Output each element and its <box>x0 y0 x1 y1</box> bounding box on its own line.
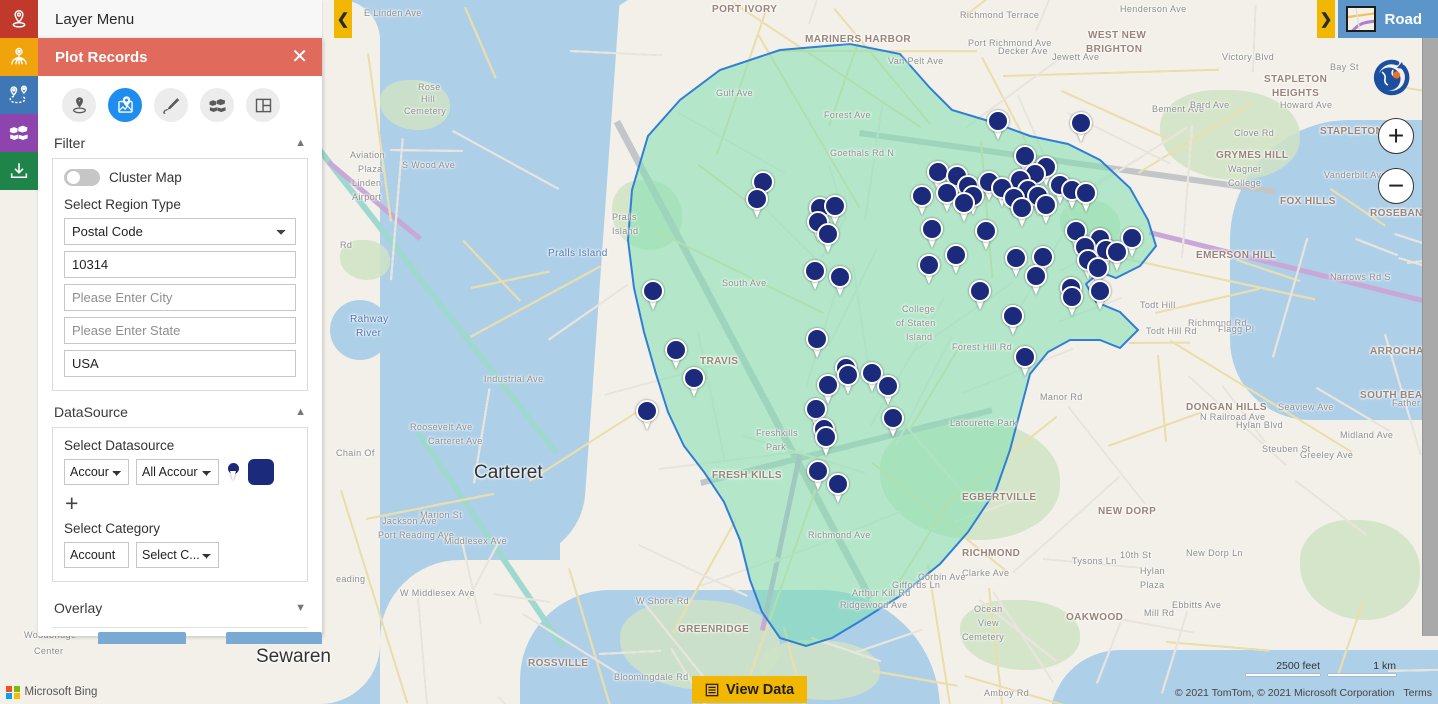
overlay-section-header[interactable]: Overlay ▼ <box>52 592 308 623</box>
zoom-in-button[interactable]: + <box>1378 118 1414 154</box>
pin-radius-icon <box>69 95 90 116</box>
mode-draw-shape[interactable] <box>154 88 188 122</box>
chevron-down-icon: ▼ <box>295 602 306 614</box>
mode-plot-region[interactable] <box>108 88 142 122</box>
copyright-text: © 2021 TomTom, © 2021 Microsoft Corporat… <box>1175 687 1395 699</box>
mode-layout[interactable] <box>246 88 280 122</box>
layer-menu-title: Layer Menu <box>55 11 134 28</box>
expand-maptype-button[interactable]: ❯ <box>1317 0 1335 38</box>
mode-territory[interactable] <box>200 88 234 122</box>
cluster-map-row: Cluster Map <box>64 169 296 186</box>
territory-map-icon <box>8 122 30 144</box>
route-icon <box>8 84 30 106</box>
globe-reset-svg <box>1369 58 1411 100</box>
panel-header: Plot Records ✕ <box>38 38 322 76</box>
map-scale-bar: 2500 feet 1 km <box>1246 660 1396 676</box>
filter-section-header[interactable]: Filter ▲ <box>52 132 308 158</box>
rail-item-territory-manager[interactable] <box>0 114 38 152</box>
road-thumbnail-icon <box>1346 6 1376 32</box>
filter-section-title: Filter <box>54 135 85 151</box>
category-select[interactable]: Select C...IndustryRevenueRating <box>136 542 219 568</box>
pin-color-swatch[interactable] <box>248 459 274 485</box>
zoom-out-button[interactable]: − <box>1378 168 1414 204</box>
datasource-section-body: Select Datasource AccourContactLead All … <box>52 427 308 582</box>
cluster-map-toggle[interactable] <box>64 169 100 186</box>
download-icon <box>8 160 30 182</box>
scale-km: 1 km <box>1328 660 1396 676</box>
datasource-section-title: DataSource <box>54 404 128 420</box>
panel-title: Plot Records <box>55 49 148 66</box>
overlay-section-title: Overlay <box>54 600 102 616</box>
rail-item-plot-by-region[interactable] <box>0 38 38 76</box>
road-thumb-svg <box>1348 8 1376 32</box>
view-data-label: View Data <box>726 682 794 698</box>
filter-section-body: Cluster Map Select Region Type Postal Co… <box>52 158 308 391</box>
panel-secondary-button[interactable] <box>226 632 322 644</box>
chevron-up-icon: ▲ <box>295 137 306 149</box>
region-image-icon <box>115 95 136 116</box>
territory-icon <box>207 95 228 116</box>
collapse-panel-button[interactable]: ❮ <box>334 0 352 38</box>
datasource-row: AccourContactLead All AccourMy AccourAct… <box>64 459 296 485</box>
globe-pin-icon <box>8 46 30 68</box>
city-input[interactable] <box>64 284 296 311</box>
scale-km-line <box>1328 674 1396 676</box>
panel-primary-button[interactable] <box>98 632 186 644</box>
map-pin-icon <box>8 8 30 30</box>
rail-item-route-planner[interactable] <box>0 76 38 114</box>
globe-reset-icon[interactable] <box>1369 58 1411 100</box>
add-datasource-button[interactable]: + <box>64 489 296 521</box>
close-icon[interactable]: ✕ <box>291 47 308 67</box>
cluster-map-label: Cluster Map <box>109 170 182 185</box>
region-type-label: Select Region Type <box>64 197 296 212</box>
terms-link[interactable]: Terms <box>1403 687 1432 699</box>
postal-code-input[interactable] <box>64 251 296 278</box>
map-feature <box>1129 341 1190 344</box>
region-type-select[interactable]: Postal CodeCityStateCountyCountry <box>64 218 296 245</box>
view-data-button[interactable]: View Data <box>692 676 807 703</box>
panel-divider <box>52 627 308 628</box>
mode-plot-radius[interactable] <box>62 88 96 122</box>
category-entity-input[interactable] <box>64 542 129 568</box>
chevron-up-icon: ▲ <box>295 406 306 418</box>
map-type-selector[interactable]: Road <box>1338 0 1438 38</box>
select-category-label: Select Category <box>64 521 296 536</box>
datasource-entity-select[interactable]: AccourContactLead <box>64 459 129 485</box>
panel-scroll-content: Filter ▲ Cluster Map Select Region Type … <box>38 76 322 636</box>
category-row: Select C...IndustryRevenueRating <box>64 542 296 568</box>
datasource-section-header[interactable]: DataSource ▲ <box>52 401 308 427</box>
plot-records-panel: Plot Records ✕ Filter ▲ Cluster Map Sele… <box>38 38 322 636</box>
country-input[interactable] <box>64 350 296 377</box>
state-input[interactable] <box>64 317 296 344</box>
layout-panel-icon <box>253 95 274 116</box>
panel-scrollbar[interactable] <box>1422 38 1438 636</box>
panel-footer-buttons <box>38 632 322 644</box>
left-icon-rail <box>0 0 38 704</box>
scale-feet-line <box>1246 674 1320 676</box>
list-table-icon <box>705 683 719 697</box>
mode-toolbar <box>52 76 308 132</box>
rail-item-plot-records[interactable] <box>0 0 38 38</box>
select-datasource-label: Select Datasource <box>64 438 296 453</box>
scale-km-label: 1 km <box>1373 660 1396 672</box>
scale-feet-label: 2500 feet <box>1276 660 1320 672</box>
layer-menu-bar[interactable]: Layer Menu <box>38 0 322 38</box>
pencil-icon <box>161 95 182 116</box>
map-attribution: © 2021 TomTom, © 2021 Microsoft Corporat… <box>1175 687 1432 699</box>
map-feature <box>330 300 390 360</box>
datasource-view-select[interactable]: All AccourMy AccourActive Accour <box>136 459 219 485</box>
scale-feet: 2500 feet <box>1246 660 1320 676</box>
rail-item-export-data[interactable] <box>0 152 38 190</box>
map-type-label: Road <box>1385 11 1423 28</box>
pin-preview-icon <box>226 462 241 483</box>
